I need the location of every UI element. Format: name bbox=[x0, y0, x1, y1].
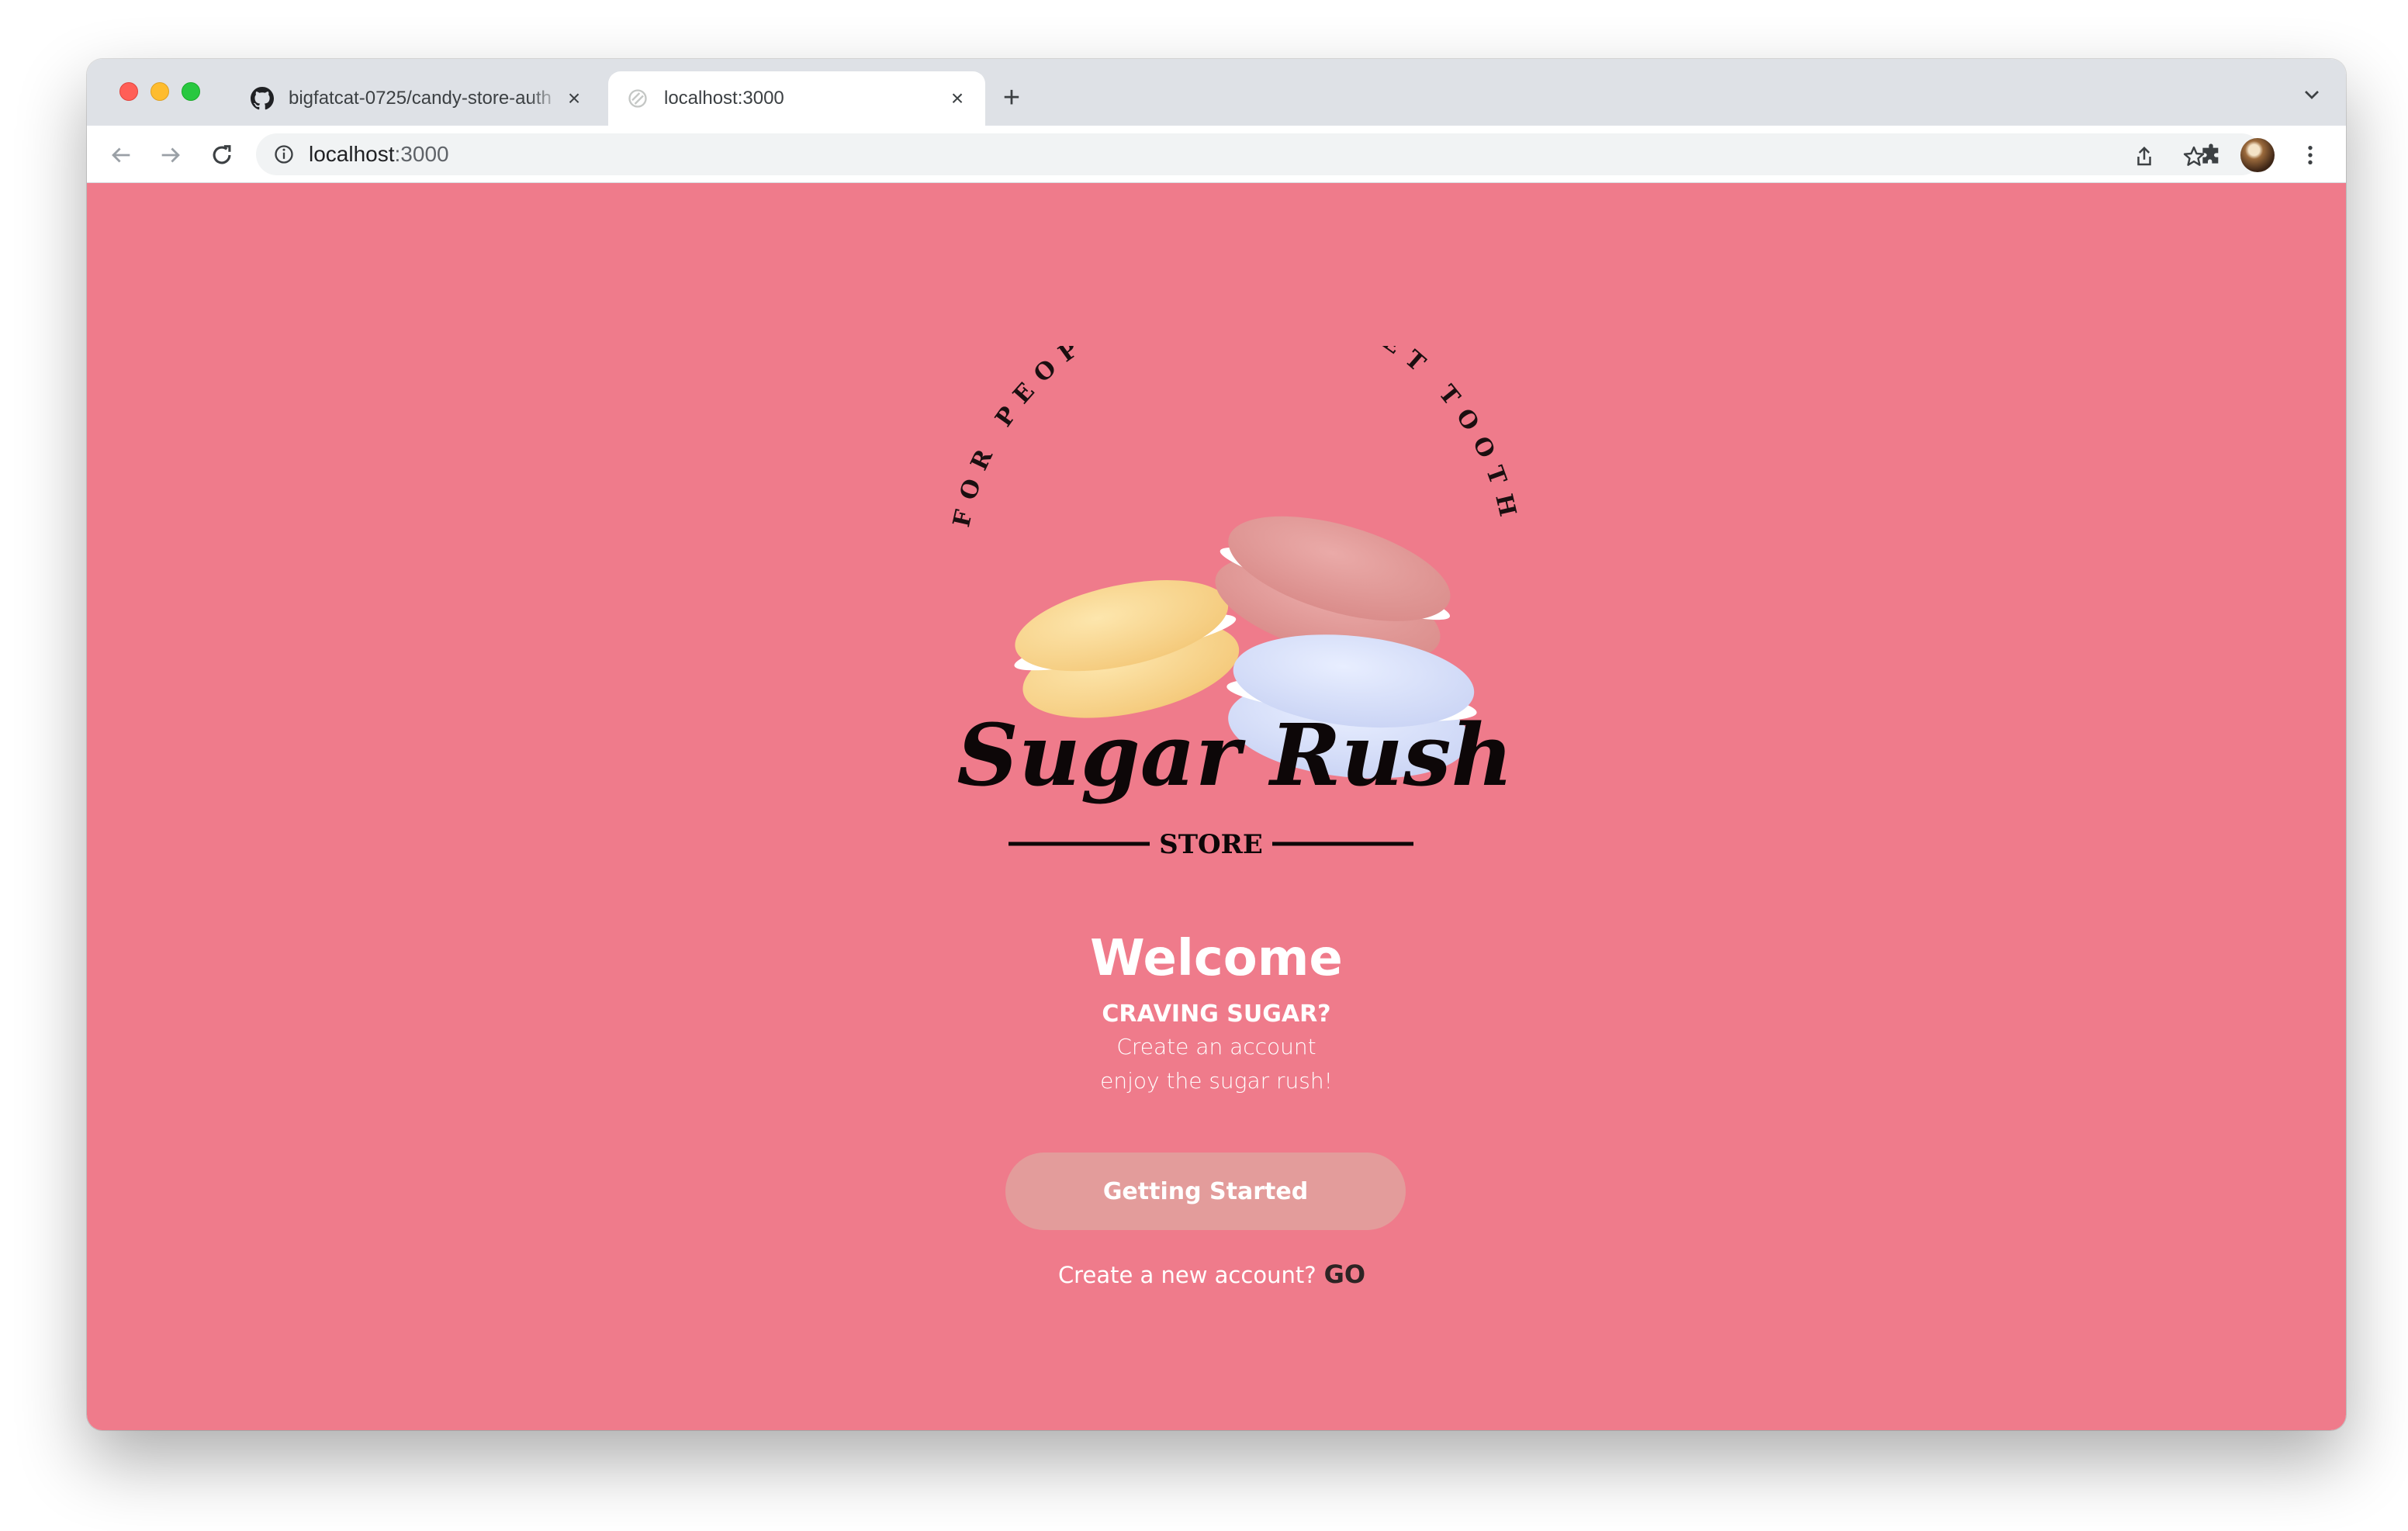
zoom-window-button[interactable] bbox=[182, 82, 200, 101]
close-tab-icon[interactable]: × bbox=[945, 86, 970, 111]
address-bar[interactable]: localhost:3000 bbox=[256, 133, 2262, 175]
intro-line-1: Create an account bbox=[1116, 1034, 1316, 1059]
store-tagline: STORE bbox=[1009, 829, 1413, 860]
reload-icon[interactable] bbox=[208, 141, 236, 169]
url-port: :3000 bbox=[394, 142, 449, 166]
share-icon[interactable] bbox=[2132, 144, 2157, 169]
page-content: FOR PEOPLE WITH SWEET TOOTH Suga bbox=[87, 183, 2346, 1430]
globe-icon bbox=[625, 86, 650, 111]
tab-title: bigfatcat-0725/candy-store-auth bbox=[289, 88, 552, 109]
site-info-icon[interactable] bbox=[273, 143, 295, 165]
sugar-rush-logo: FOR PEOPLE WITH SWEET TOOTH Suga bbox=[948, 346, 1524, 805]
signup-prompt-text: Create a new account? bbox=[1057, 1262, 1316, 1288]
signup-prompt: Create a new account? GO bbox=[925, 1260, 1499, 1289]
minimize-window-button[interactable] bbox=[150, 82, 169, 101]
page-title: Welcome bbox=[1090, 930, 1343, 987]
intro-line-2: enjoy the sugar rush! bbox=[1100, 1068, 1333, 1094]
extensions-puzzle-icon[interactable] bbox=[2197, 141, 2225, 169]
close-tab-icon[interactable]: × bbox=[562, 86, 586, 111]
url-text: localhost:3000 bbox=[309, 142, 449, 167]
url-host: localhost bbox=[309, 142, 395, 166]
github-icon bbox=[250, 86, 275, 111]
new-tab-button[interactable]: + bbox=[996, 82, 1027, 113]
welcome-section: Welcome CRAVING SUGAR? Create an account… bbox=[1061, 928, 1372, 1098]
profile-avatar[interactable] bbox=[2240, 138, 2275, 172]
craving-subheading: CRAVING SUGAR? bbox=[1102, 1001, 1331, 1028]
signup-go-link[interactable]: GO bbox=[1324, 1260, 1365, 1289]
more-menu-icon[interactable] bbox=[2296, 141, 2324, 169]
getting-started-button[interactable]: Getting Started bbox=[1005, 1153, 1406, 1230]
tab-title: localhost:3000 bbox=[664, 88, 784, 109]
browser-toolbar: localhost:3000 bbox=[87, 126, 2346, 183]
tab-localhost[interactable]: localhost:3000 × bbox=[608, 71, 985, 126]
tab-search-chevron-icon[interactable] bbox=[2299, 82, 2324, 107]
tab-strip: bigfatcat-0725/candy-store-auth × localh… bbox=[87, 59, 2346, 126]
back-arrow-icon[interactable] bbox=[107, 141, 135, 169]
browser-window: bigfatcat-0725/candy-store-auth × localh… bbox=[87, 59, 2346, 1430]
logo-arc-text: FOR PEOPLE WITH SWEET TOOTH bbox=[948, 346, 1524, 530]
brand-name: Sugar Rush bbox=[957, 705, 1513, 805]
close-window-button[interactable] bbox=[119, 82, 138, 101]
forward-arrow-icon[interactable] bbox=[157, 141, 185, 169]
tagline-text: STORE bbox=[1159, 829, 1263, 860]
